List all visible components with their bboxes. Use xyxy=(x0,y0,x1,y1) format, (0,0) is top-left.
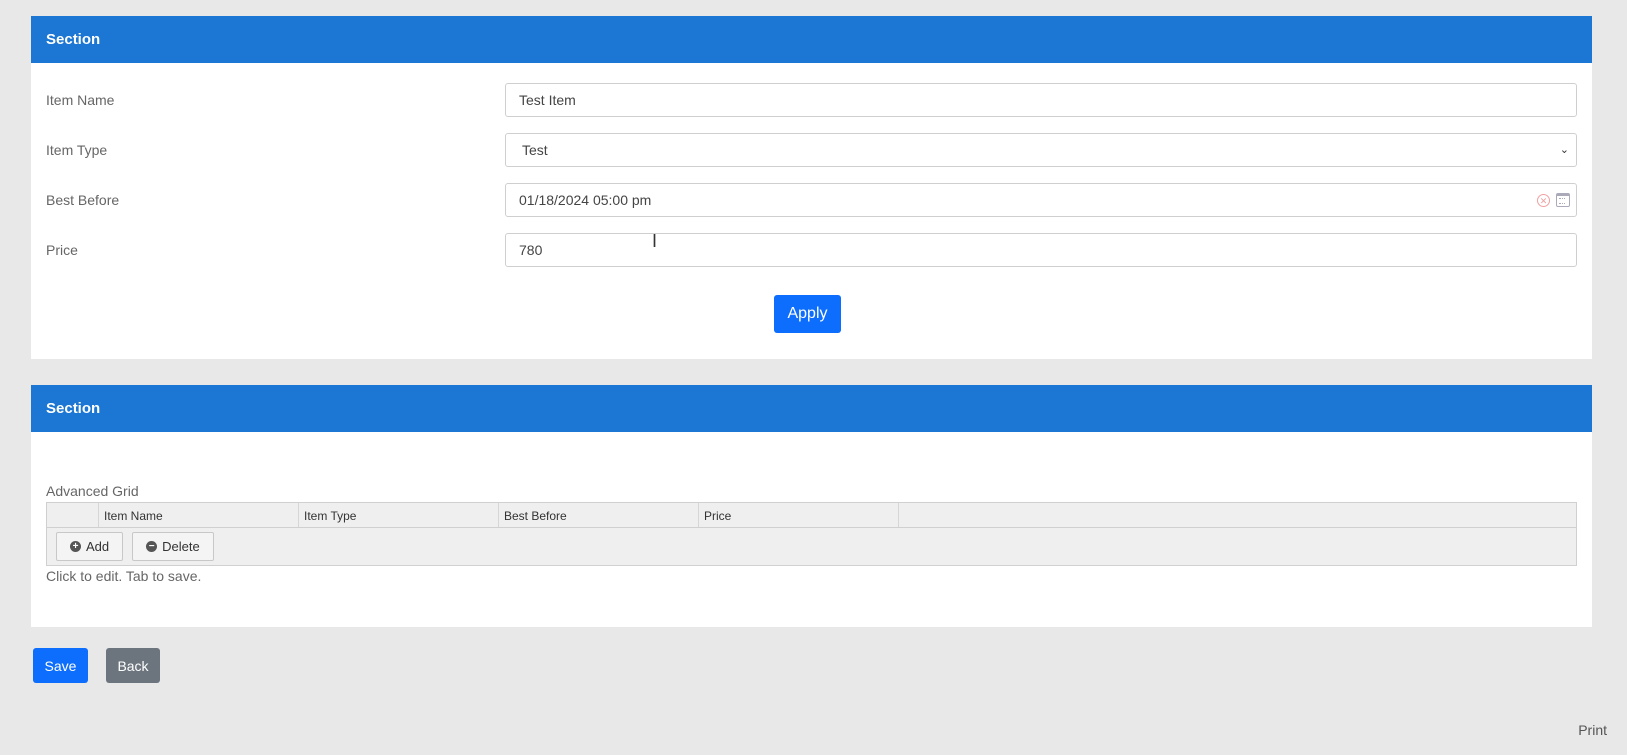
item-name-row: Item Name Test Item xyxy=(31,83,1592,117)
item-type-row: Item Type Test ⌄ xyxy=(31,133,1592,167)
grid-header-best-before[interactable]: Best Before xyxy=(499,503,699,527)
grid-header-price[interactable]: Price xyxy=(699,503,899,527)
grid-header-select xyxy=(47,503,99,527)
advanced-grid: Item Name Item Type Best Before Price + … xyxy=(46,502,1577,566)
price-input[interactable]: 780 xyxy=(505,233,1577,267)
section-header: Section xyxy=(31,16,1592,63)
minus-circle-icon: − xyxy=(146,541,158,552)
section-header: Section xyxy=(31,385,1592,432)
item-type-label: Item Type xyxy=(46,142,108,158)
item-form-panel: Section Item Name Test Item Item Type Te… xyxy=(31,16,1592,359)
grid-caption: Advanced Grid xyxy=(46,483,139,499)
grid-header-item-name[interactable]: Item Name xyxy=(99,503,299,527)
back-button[interactable]: Back xyxy=(106,648,160,683)
grid-toolbar: + Add − Delete xyxy=(47,528,1576,561)
delete-row-button[interactable]: − Delete xyxy=(132,532,214,561)
chevron-down-icon: ⌄ xyxy=(1559,144,1569,156)
calendar-icon[interactable] xyxy=(1556,193,1570,207)
plus-circle-icon: + xyxy=(70,541,81,552)
item-name-input[interactable]: Test Item xyxy=(505,83,1577,117)
best-before-datetime-input[interactable]: 01/18/2024 05:00 pm ✕ xyxy=(505,183,1577,217)
add-label: Add xyxy=(86,539,110,554)
grid-hint: Click to edit. Tab to save. xyxy=(46,568,202,584)
best-before-value: 01/18/2024 05:00 pm xyxy=(519,192,652,208)
text-cursor-icon: I xyxy=(652,231,658,251)
best-before-label: Best Before xyxy=(46,192,120,208)
price-row: Price 780 xyxy=(31,233,1592,267)
clear-icon[interactable]: ✕ xyxy=(1537,193,1550,207)
grid-header-item-type[interactable]: Item Type xyxy=(299,503,499,527)
add-row-button[interactable]: + Add xyxy=(56,532,124,561)
item-name-label: Item Name xyxy=(46,92,115,108)
advanced-grid-panel: Section Advanced Grid Item Name Item Typ… xyxy=(31,385,1592,627)
grid-header-row: Item Name Item Type Best Before Price xyxy=(47,503,1576,528)
print-link[interactable]: Print xyxy=(1578,722,1607,738)
item-type-select[interactable]: Test ⌄ xyxy=(505,133,1577,167)
apply-button[interactable]: Apply xyxy=(774,295,841,333)
price-label: Price xyxy=(46,242,78,258)
best-before-row: Best Before 01/18/2024 05:00 pm ✕ xyxy=(31,183,1592,217)
delete-label: Delete xyxy=(162,539,200,554)
save-button[interactable]: Save xyxy=(33,648,88,683)
item-type-value: Test xyxy=(522,142,548,158)
grid-header-filler xyxy=(899,503,1576,527)
